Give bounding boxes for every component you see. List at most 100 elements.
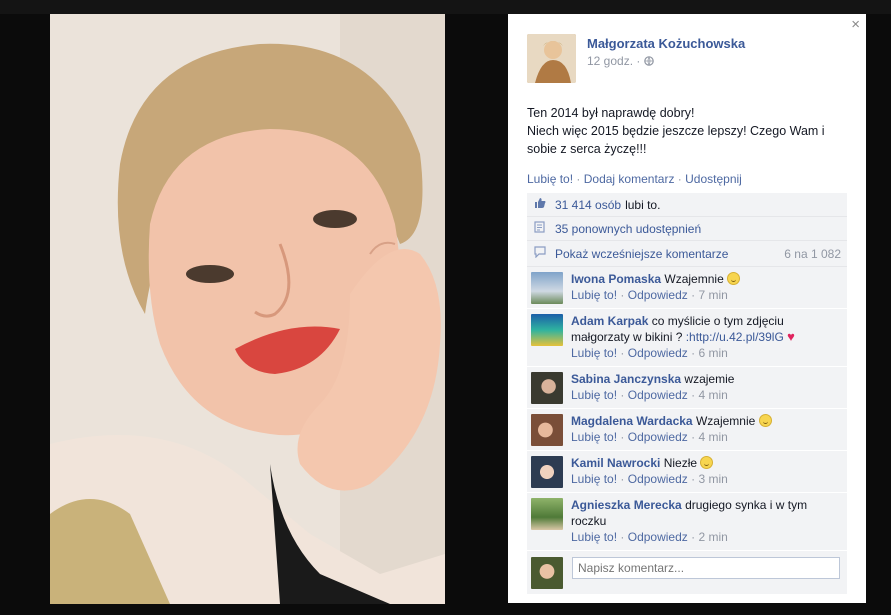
post-text: Ten 2014 był naprawdę dobry! Niech więc …: [527, 104, 852, 158]
meta-separator: ·: [691, 388, 696, 402]
commenter-avatar[interactable]: [531, 272, 563, 304]
comment-like-link[interactable]: Lubię to!: [571, 346, 617, 360]
comment-item: Sabina Janczynska wzajemie Lubię to! · O…: [527, 367, 847, 409]
feedback-section: 31 414 osób lubi to. 35 ponownych udostę…: [527, 193, 847, 594]
commenter-name[interactable]: Iwona Pomaska: [571, 272, 661, 286]
likes-count[interactable]: 31 414 osób: [555, 198, 621, 212]
comment-time[interactable]: 4 min: [698, 388, 727, 402]
meta-separator: ·: [620, 430, 625, 444]
comment-body: Agnieszka Merecka drugiego synka i w tym…: [571, 497, 841, 545]
grin-emoji-icon: [700, 456, 714, 469]
commenter-name[interactable]: Kamil Nawrocki: [571, 456, 660, 470]
comment-reply-link[interactable]: Odpowiedz: [628, 288, 688, 302]
comment-time[interactable]: 3 min: [698, 472, 727, 486]
comment-like-link[interactable]: Lubię to!: [571, 472, 617, 486]
comment-text: Wzajemnie: [664, 272, 724, 286]
post-photo[interactable]: [50, 14, 445, 604]
post-meta: 12 godz. ·: [587, 54, 654, 68]
shares-count[interactable]: 35 ponownych udostępnień: [555, 222, 701, 236]
comment-text: wzajemie: [684, 372, 735, 386]
post-text-line: sobie z serca życzę!!!: [527, 142, 647, 156]
comment-like-link[interactable]: Lubię to!: [571, 288, 617, 302]
heart-emoji-icon: ♥: [787, 329, 795, 344]
likes-row: 31 414 osób lubi to.: [527, 193, 847, 217]
meta-separator: ·: [691, 472, 696, 486]
comment-item: Agnieszka Merecka drugiego synka i w tym…: [527, 493, 847, 551]
add-comment-link[interactable]: Dodaj komentarz: [584, 172, 675, 186]
meta-separator: ·: [691, 430, 696, 444]
comment-item: Kamil Nawrocki Niezłe Lubię to! · Odpowi…: [527, 451, 847, 493]
meta-separator: ·: [620, 288, 625, 302]
commenter-avatar[interactable]: [531, 314, 563, 346]
globe-icon[interactable]: [643, 54, 654, 68]
meta-separator: ·: [636, 54, 644, 68]
likes-suffix: lubi to.: [625, 197, 661, 212]
commenter-avatar[interactable]: [531, 372, 563, 404]
post-time[interactable]: 12 godz.: [587, 54, 633, 68]
comment-time[interactable]: 4 min: [698, 430, 727, 444]
current-user-avatar: [531, 557, 563, 589]
commenter-avatar[interactable]: [531, 414, 563, 446]
comment-reply-link[interactable]: Odpowiedz: [628, 530, 688, 544]
author-name[interactable]: Małgorzata Kożuchowska: [587, 36, 745, 51]
comment-time[interactable]: 7 min: [698, 288, 727, 302]
meta-separator: ·: [691, 530, 696, 544]
actions-separator: ·: [677, 172, 682, 186]
comment-text: Niezłe: [663, 456, 698, 470]
commenter-avatar[interactable]: [531, 456, 563, 488]
previous-comments-row: Pokaż wcześniejsze komentarze 6 na 1 082: [527, 241, 847, 267]
photo-illustration: [50, 14, 445, 604]
smile-emoji-icon: [727, 272, 741, 285]
comment-item: Magdalena Wardacka Wzajemnie Lubię to! ·…: [527, 409, 847, 451]
comment-compose: [527, 551, 847, 594]
comment-like-link[interactable]: Lubię to!: [571, 530, 617, 544]
post-text-line: Ten 2014 był naprawdę dobry!: [527, 106, 695, 120]
comment-bubble-icon: [533, 246, 547, 261]
author-avatar[interactable]: [527, 34, 576, 83]
comment-reply-link[interactable]: Odpowiedz: [628, 472, 688, 486]
show-previous-comments-link[interactable]: Pokaż wcześniejsze komentarze: [555, 247, 728, 261]
comment-body: Kamil Nawrocki Niezłe Lubię to! · Odpowi…: [571, 455, 841, 487]
meta-separator: ·: [691, 346, 696, 360]
meta-separator: ·: [620, 530, 625, 544]
comment-body: Adam Karpak co myślicie o tym zdjęciu ma…: [571, 313, 841, 361]
commenter-avatar[interactable]: [531, 498, 563, 530]
actions-separator: ·: [576, 172, 581, 186]
share-link[interactable]: Udostępnij: [685, 172, 742, 186]
share-icon: [533, 221, 547, 236]
commenter-name[interactable]: Adam Karpak: [571, 314, 648, 328]
meta-separator: ·: [691, 288, 696, 302]
like-link[interactable]: Lubię to!: [527, 172, 573, 186]
post-side-panel: × Małgorzata Kożuchowska 12 godz. · Ten …: [508, 14, 866, 603]
comments-count: 6 na 1 082: [784, 246, 841, 261]
comment-item: Adam Karpak co myślicie o tym zdjęciu ma…: [527, 309, 847, 367]
comment-text: Wzajemnie: [695, 414, 756, 428]
comment-like-link[interactable]: Lubię to!: [571, 388, 617, 402]
comment-input[interactable]: [572, 557, 840, 579]
comment-link[interactable]: :http://u.42.pl/39lG: [686, 330, 784, 344]
comment-reply-link[interactable]: Odpowiedz: [628, 430, 688, 444]
thumbs-up-icon: [533, 197, 547, 212]
comment-body: Iwona Pomaska Wzajemnie Lubię to! · Odpo…: [571, 271, 841, 303]
post-text-line: Niech więc 2015 będzie jeszcze lepszy! C…: [527, 124, 825, 138]
comment-body: Magdalena Wardacka Wzajemnie Lubię to! ·…: [571, 413, 841, 445]
comment-reply-link[interactable]: Odpowiedz: [628, 388, 688, 402]
comment-time[interactable]: 6 min: [698, 346, 727, 360]
meta-separator: ·: [620, 472, 625, 486]
author-avatar-image: [527, 34, 576, 83]
comment-like-link[interactable]: Lubię to!: [571, 430, 617, 444]
meta-separator: ·: [620, 388, 625, 402]
top-strip: [0, 0, 891, 14]
close-icon[interactable]: ×: [851, 16, 860, 34]
comment-reply-link[interactable]: Odpowiedz: [628, 346, 688, 360]
smile-emoji-icon: [758, 414, 772, 427]
comment-item: Iwona Pomaska Wzajemnie Lubię to! · Odpo…: [527, 267, 847, 309]
commenter-name[interactable]: Sabina Janczynska: [571, 372, 681, 386]
shares-row: 35 ponownych udostępnień: [527, 217, 847, 241]
meta-separator: ·: [620, 346, 625, 360]
post-actions: Lubię to! · Dodaj komentarz · Udostępnij: [527, 172, 742, 186]
commenter-name[interactable]: Magdalena Wardacka: [571, 414, 693, 428]
commenter-name[interactable]: Agnieszka Merecka: [571, 498, 682, 512]
comment-body: Sabina Janczynska wzajemie Lubię to! · O…: [571, 371, 841, 403]
comment-time[interactable]: 2 min: [698, 530, 727, 544]
